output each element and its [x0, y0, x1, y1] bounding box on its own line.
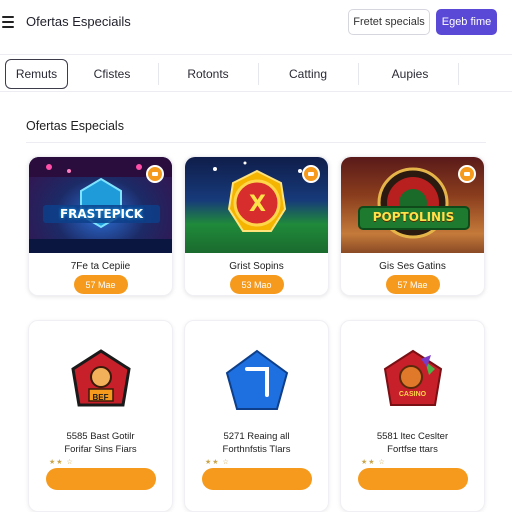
- game-name: 7Fe ta Cepiie: [70, 261, 131, 272]
- menu-icon[interactable]: [2, 16, 14, 28]
- app-title: Ofertas Especiails: [26, 14, 131, 29]
- emblem-label: BEF: [92, 393, 109, 402]
- tab-4[interactable]: Aupies: [368, 59, 452, 89]
- tab-divider: [458, 63, 459, 85]
- offer-button[interactable]: 57 Mae: [73, 275, 128, 294]
- mascot-emblem-icon: BEF: [69, 349, 133, 413]
- featured-card[interactable]: X Grist Sopins 53 Mao: [184, 156, 329, 296]
- offer-title: 5581 ltec Ceslter: [376, 431, 449, 442]
- offer-button[interactable]: 57 Mae: [385, 275, 440, 294]
- game-art-title: POPTOLINIS: [372, 210, 455, 224]
- top-bar: Ofertas Especiails Fretet specials Egeb …: [0, 0, 512, 44]
- game-name: Gis Ses Gatins: [379, 261, 446, 272]
- chicken-emblem-icon: CASINO: [381, 349, 445, 413]
- tab-bar: Remuts Cfistes Rotonts Catting Aupies: [0, 54, 512, 92]
- primary-button[interactable]: Egeb fime: [436, 9, 497, 35]
- offer-card[interactable]: BEF 5585 Bast Gotilr Forifar Sins Fiars …: [28, 320, 173, 512]
- section-title: Ofertas Especials: [26, 119, 124, 133]
- featured-card[interactable]: FRASTEPICK 7Fe ta Cepiie 57 Mae: [28, 156, 173, 296]
- rating: ★★ ☆: [205, 459, 230, 466]
- divider: [26, 142, 486, 143]
- offer-card[interactable]: 5271 Reaing all Forthnfstis Tlars ★★ ☆: [184, 320, 329, 512]
- game-art-title: FRASTEPICK: [59, 207, 144, 221]
- offer-card[interactable]: CASINO 5581 ltec Ceslter Fortfse ttars ★…: [340, 320, 485, 512]
- ticket-icon: [302, 165, 320, 183]
- tab-1[interactable]: Cfistes: [76, 59, 148, 89]
- offer-button[interactable]: 53 Mao: [229, 275, 284, 294]
- featured-card[interactable]: POPTOLINIS Gis Ses Gatins 57 Mae: [340, 156, 485, 296]
- offer-title: 5585 Bast Gotilr: [66, 431, 135, 442]
- emblem-label: CASINO: [398, 391, 427, 398]
- offer-subtitle: Forthnfstis Tlars: [222, 444, 291, 455]
- offer-subtitle: Forifar Sins Fiars: [64, 444, 137, 455]
- game-name: Grist Sopins: [229, 261, 284, 272]
- offer-cta-button[interactable]: [201, 468, 312, 490]
- rating: ★★ ☆: [49, 459, 74, 466]
- tab-divider: [158, 63, 159, 85]
- tab-divider: [358, 63, 359, 85]
- tab-0[interactable]: Remuts: [5, 59, 68, 89]
- tab-2[interactable]: Rotonts: [168, 59, 248, 89]
- offer-cta-button[interactable]: [45, 468, 156, 490]
- game-art-title: X: [249, 192, 266, 217]
- tab-divider: [258, 63, 259, 85]
- tab-3[interactable]: Catting: [268, 59, 348, 89]
- blue-pentagon-icon: [225, 349, 289, 413]
- ticket-icon: [146, 165, 164, 183]
- ticket-icon: [458, 165, 476, 183]
- offer-title: 5271 Reaing all: [223, 431, 290, 442]
- offer-subtitle: Fortfse ttars: [387, 444, 438, 455]
- offer-cta-button[interactable]: [357, 468, 468, 490]
- rating: ★★ ☆: [361, 459, 386, 466]
- secondary-button[interactable]: Fretet specials: [348, 9, 430, 35]
